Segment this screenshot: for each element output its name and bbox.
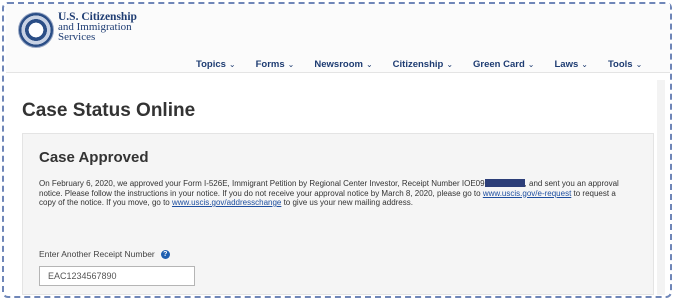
- nav-laws-label: Laws: [554, 59, 579, 70]
- nav-green-card[interactable]: Green Card ⌄: [473, 59, 534, 70]
- message-text-4: to give us your new mailing address.: [281, 198, 413, 207]
- nav-forms-label: Forms: [255, 59, 285, 70]
- page-scrollbar[interactable]: [657, 80, 665, 295]
- header-divider: [6, 72, 670, 73]
- nav-topics[interactable]: Topics ⌄: [196, 59, 236, 70]
- chevron-down-icon: ⌄: [228, 60, 236, 69]
- site-header: U.S. Citizenship and Immigration Service…: [6, 4, 670, 72]
- address-change-link[interactable]: www.uscis.gov/addresschange: [172, 198, 281, 207]
- help-icon[interactable]: ?: [160, 249, 170, 259]
- nav-tools[interactable]: Tools ⌄: [608, 59, 642, 70]
- dhs-seal-icon[interactable]: [18, 12, 54, 48]
- receipt-number-label-text: Enter Another Receipt Number: [39, 249, 155, 259]
- nav-citizenship[interactable]: Citizenship ⌄: [393, 59, 453, 70]
- nav-green-card-label: Green Card: [473, 59, 525, 70]
- nav-forms[interactable]: Forms ⌄: [256, 59, 295, 70]
- nav-topics-label: Topics: [196, 59, 226, 70]
- uscis-logo[interactable]: U.S. Citizenship and Immigration Service…: [58, 11, 137, 43]
- e-request-link[interactable]: www.uscis.gov/e-request: [483, 189, 571, 198]
- case-status-title: Case Approved: [39, 149, 149, 166]
- redacted-receipt-block: [484, 179, 525, 187]
- chevron-down-icon: ⌄: [446, 60, 454, 69]
- logo-line-3: Services: [58, 31, 96, 43]
- nav-laws[interactable]: Laws ⌄: [554, 59, 587, 70]
- case-status-panel: Case Approved On February 6, 2020, we ap…: [22, 133, 654, 295]
- message-text-1: On February 6, 2020, we approved your Fo…: [39, 179, 485, 188]
- chevron-down-icon: ⌄: [365, 60, 373, 69]
- case-status-message: On February 6, 2020, we approved your Fo…: [39, 179, 619, 208]
- nav-citizenship-label: Citizenship: [392, 59, 444, 70]
- nav-newsroom-label: Newsroom: [314, 59, 363, 70]
- chevron-down-icon: ⌄: [527, 60, 535, 69]
- chevron-down-icon: ⌄: [581, 60, 588, 69]
- nav-newsroom[interactable]: Newsroom ⌄: [314, 59, 372, 70]
- chevron-down-icon: ⌄: [287, 60, 295, 69]
- page-title: Case Status Online: [22, 100, 196, 121]
- receipt-number-input[interactable]: [39, 266, 195, 286]
- nav-tools-label: Tools: [607, 59, 633, 70]
- main-nav: Topics ⌄ Forms ⌄ Newsroom ⌄ Citizenship …: [196, 59, 642, 70]
- chevron-down-icon: ⌄: [635, 60, 643, 69]
- receipt-number-label: Enter Another Receipt Number ?: [39, 249, 170, 259]
